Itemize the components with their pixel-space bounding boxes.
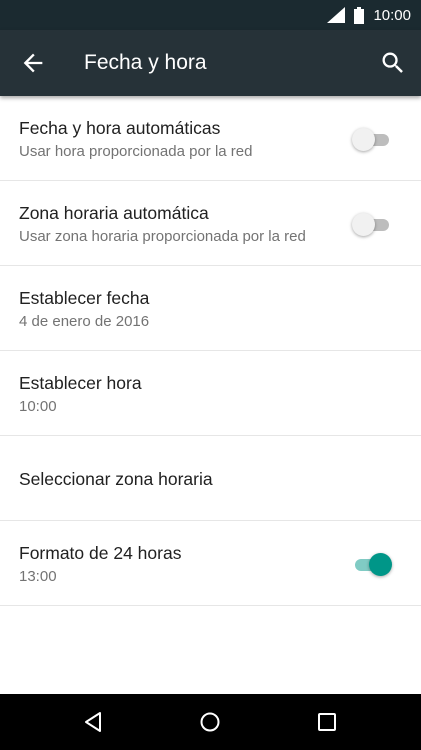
search-icon[interactable] — [379, 49, 407, 77]
auto-datetime-toggle[interactable] — [352, 128, 392, 151]
setting-summary: Usar hora proporcionada por la red — [19, 143, 253, 160]
back-triangle-icon[interactable] — [82, 710, 106, 734]
battery-icon — [354, 6, 365, 24]
app-bar: Fecha y hora — [0, 30, 421, 96]
setting-title: Seleccionar zona horaria — [19, 469, 213, 489]
setting-title: Establecer fecha — [19, 288, 150, 308]
recents-square-icon[interactable] — [315, 710, 339, 734]
switch-thumb — [352, 213, 375, 236]
setting-auto-datetime[interactable]: Fecha y hora automáticas Usar hora propo… — [0, 96, 421, 181]
setting-title: Formato de 24 horas — [19, 543, 182, 563]
setting-24h-format[interactable]: Formato de 24 horas 13:00 — [0, 521, 421, 606]
setting-title: Zona horaria automática — [19, 203, 209, 223]
24h-format-toggle[interactable] — [352, 553, 392, 576]
auto-timezone-toggle[interactable] — [352, 213, 392, 236]
status-bar: 10:00 — [0, 0, 421, 30]
status-time: 10:00 — [373, 6, 411, 24]
signal-icon — [327, 7, 346, 23]
setting-summary: 10:00 — [19, 398, 57, 415]
setting-title: Fecha y hora automáticas — [19, 118, 221, 138]
switch-thumb — [369, 553, 392, 576]
setting-set-date[interactable]: Establecer fecha 4 de enero de 2016 — [0, 266, 421, 351]
setting-auto-timezone[interactable]: Zona horaria automática Usar zona horari… — [0, 181, 421, 266]
setting-select-timezone[interactable]: Seleccionar zona horaria — [0, 436, 421, 521]
navigation-bar — [0, 694, 421, 750]
setting-set-time[interactable]: Establecer hora 10:00 — [0, 351, 421, 436]
settings-list: Fecha y hora automáticas Usar hora propo… — [0, 96, 421, 606]
setting-title: Establecer hora — [19, 373, 142, 393]
setting-summary: 13:00 — [19, 568, 57, 585]
arrow-back-icon[interactable] — [19, 49, 47, 77]
switch-thumb — [352, 128, 375, 151]
home-circle-icon[interactable] — [198, 710, 222, 734]
setting-summary: 4 de enero de 2016 — [19, 313, 150, 330]
setting-summary: Usar zona horaria proporcionada por la r… — [19, 228, 306, 245]
page-title: Fecha y hora — [84, 51, 207, 74]
